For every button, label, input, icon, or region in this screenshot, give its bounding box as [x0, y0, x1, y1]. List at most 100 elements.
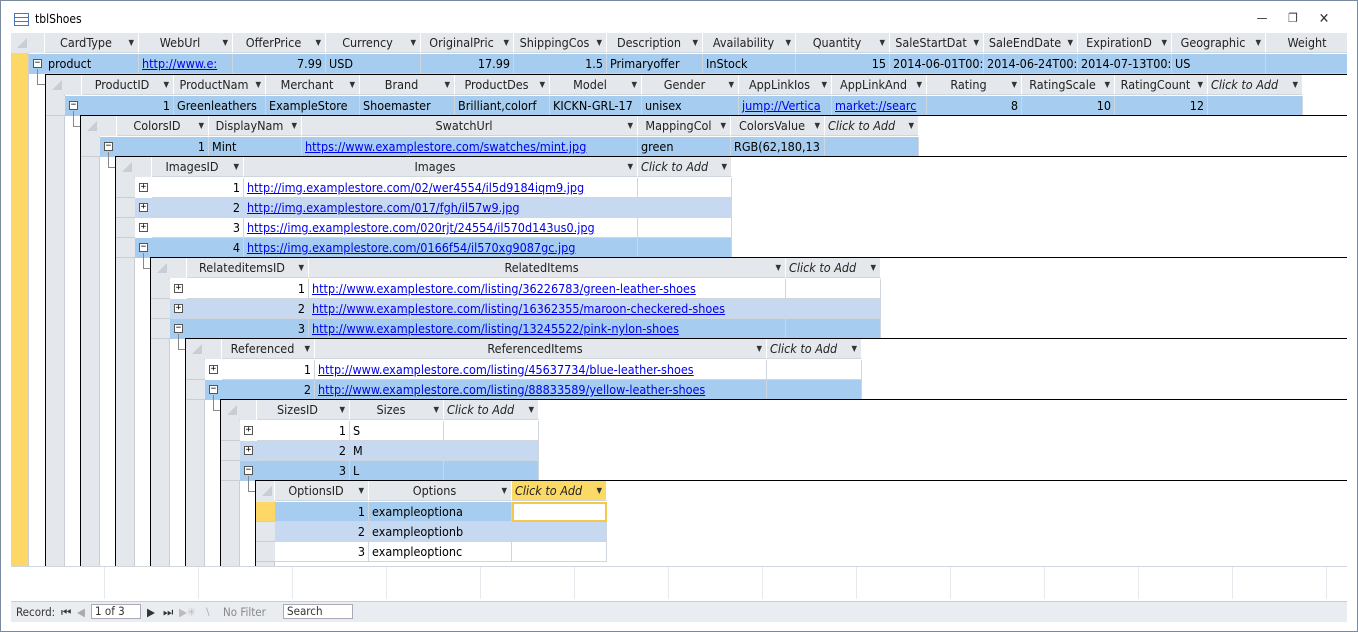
cell-sizesid[interactable]: 2 [257, 441, 350, 461]
cell-gender[interactable]: unisex [642, 96, 739, 116]
column-header-click-to-add[interactable]: Click to Add ▼ [767, 339, 862, 359]
previous-record-icon[interactable]: ◀ [77, 605, 85, 619]
chevron-down-icon[interactable]: ▼ [879, 33, 885, 52]
column-header-mappingcol[interactable]: MappingCol ▼ [638, 116, 731, 136]
chevron-down-icon[interactable]: ▼ [528, 400, 534, 419]
record-selector[interactable] [46, 96, 65, 116]
column-header-merchant[interactable]: Merchant ▼ [266, 75, 360, 95]
cell-productid[interactable]: 1 [82, 96, 174, 116]
column-header-referenceditems[interactable]: ReferencedItems ▼ [315, 339, 767, 359]
column-header-sizes[interactable]: Sizes ▼ [350, 400, 444, 420]
chevron-down-icon[interactable]: ▼ [349, 75, 355, 94]
column-header-click-to-add[interactable]: Click to Add ▼ [444, 400, 539, 420]
cell-sizes[interactable]: M [350, 441, 444, 461]
chevron-down-icon[interactable]: ▼ [304, 339, 310, 358]
close-button[interactable]: ✕ [1313, 11, 1335, 27]
chevron-down-icon[interactable]: ▼ [291, 116, 297, 135]
column-header-ratingscale[interactable]: RatingScale ▼ [1022, 75, 1115, 95]
cell-referenceditems[interactable]: http://www.examplestore.com/listing/8883… [315, 380, 767, 400]
column-header-productdes[interactable]: ProductDes ▼ [455, 75, 550, 95]
cell-click-to-add[interactable] [444, 461, 539, 481]
cell-weburl[interactable]: http://www.e: [139, 54, 233, 74]
chevron-down-icon[interactable]: ▼ [721, 157, 727, 176]
expand-icon[interactable]: + [139, 223, 148, 232]
cell-weight[interactable] [1266, 54, 1347, 74]
cell-model[interactable]: KICKN-GRL-17 [550, 96, 642, 116]
cell-images[interactable]: http://img.examplestore.com/02/wer4554/i… [244, 178, 638, 198]
chevron-down-icon[interactable]: ▼ [128, 33, 134, 52]
search-input[interactable]: Search [283, 604, 353, 619]
select-all-corner[interactable] [46, 75, 82, 95]
chevron-down-icon[interactable]: ▼ [1104, 75, 1110, 94]
hyperlink[interactable]: https://img.examplestore.com/0166f54/il5… [247, 240, 575, 255]
cell-expirationd[interactable]: 2014-07-13T00: [1078, 54, 1172, 74]
chevron-down-icon[interactable]: ▼ [1292, 75, 1298, 94]
cell-relateditems[interactable]: http://www.examplestore.com/listing/3622… [309, 279, 786, 299]
column-header-ratingcount[interactable]: RatingCount ▼ [1115, 75, 1208, 95]
chevron-down-icon[interactable]: ▼ [821, 75, 827, 94]
cell-click-to-add[interactable] [638, 198, 732, 218]
cell-applinkand[interactable]: market://searc [832, 96, 927, 116]
column-header-click-to-add[interactable]: Click to Add ▼ [1208, 75, 1303, 95]
collapse-icon[interactable]: − [174, 324, 183, 333]
record-selector[interactable] [186, 380, 205, 400]
cell-options[interactable]: exampleoptiona [369, 502, 512, 522]
cell-colorsid[interactable]: 1 [117, 137, 209, 157]
record-selector[interactable] [151, 319, 170, 339]
cell-productnam[interactable]: Greenleathers [174, 96, 266, 116]
expand-icon[interactable]: + [174, 284, 183, 293]
hyperlink[interactable]: http://www.examplestore.com/listing/1324… [312, 321, 679, 336]
column-header-images[interactable]: Images ▼ [244, 157, 638, 177]
record-selector-column[interactable] [81, 116, 100, 566]
minimize-button[interactable]: — [1251, 11, 1273, 27]
chevron-down-icon[interactable]: ▼ [1255, 33, 1261, 52]
record-selector[interactable] [116, 178, 135, 198]
chevron-down-icon[interactable]: ▼ [222, 33, 228, 52]
active-cell-input[interactable] [512, 502, 607, 522]
select-all-corner[interactable] [186, 339, 222, 359]
column-header-optionsid[interactable]: OptionsID ▼ [275, 481, 369, 501]
cell-optionsid[interactable]: 1 [275, 502, 369, 522]
cell-availability[interactable]: InStock [703, 54, 796, 74]
chevron-down-icon[interactable]: ▼ [720, 116, 726, 135]
cell-sizes[interactable]: L [350, 461, 444, 481]
chevron-down-icon[interactable]: ▼ [627, 157, 633, 176]
column-header-productid[interactable]: ProductID ▼ [82, 75, 174, 95]
column-header-applinkios[interactable]: AppLinkIos ▼ [739, 75, 832, 95]
chevron-down-icon[interactable]: ▼ [756, 339, 762, 358]
record-selector[interactable] [221, 461, 240, 481]
column-header-options[interactable]: Options ▼ [369, 481, 512, 501]
record-selector-column[interactable] [46, 75, 65, 566]
column-header-currency[interactable]: Currency ▼ [326, 33, 421, 53]
no-filter-button[interactable]: No Filter [223, 605, 266, 619]
chevron-down-icon[interactable]: ▼ [775, 258, 781, 277]
record-selector[interactable] [256, 522, 275, 542]
cell-click-to-add[interactable] [1208, 96, 1303, 116]
cell-options[interactable]: exampleoptionb [369, 522, 512, 542]
chevron-down-icon[interactable]: ▼ [627, 116, 633, 135]
cell-click-to-add[interactable] [638, 218, 732, 238]
cell-referenced[interactable]: 2 [222, 380, 315, 400]
chevron-down-icon[interactable]: ▼ [908, 116, 914, 135]
column-header-click-to-add[interactable]: Click to Add ▼ [786, 258, 881, 278]
cell-click-to-add[interactable] [767, 380, 862, 400]
hyperlink[interactable]: http://www.examplestore.com/listing/1636… [312, 301, 725, 316]
chevron-down-icon[interactable]: ▼ [631, 75, 637, 94]
collapse-icon[interactable]: − [69, 101, 78, 110]
cell-ratingscale[interactable]: 10 [1022, 96, 1115, 116]
cell-colorsvalue[interactable]: RGB(62,180,13 [731, 137, 825, 157]
column-header-referenced[interactable]: Referenced ▼ [222, 339, 315, 359]
cell-description[interactable]: Primaryoffer [607, 54, 703, 74]
column-header-geographic[interactable]: Geographic ▼ [1172, 33, 1266, 53]
record-selector[interactable] [256, 542, 275, 562]
record-selector[interactable] [116, 218, 135, 238]
cell-currency[interactable]: USD [326, 54, 421, 74]
cell-mappingcol[interactable]: green [638, 137, 731, 157]
chevron-down-icon[interactable]: ▼ [870, 258, 876, 277]
column-header-salestartdat[interactable]: SaleStartDat ▼ [890, 33, 984, 53]
cell-click-to-add[interactable] [444, 441, 539, 461]
cell-imagesid[interactable]: 2 [152, 198, 244, 218]
chevron-down-icon[interactable]: ▼ [298, 258, 304, 277]
cell-displaynam[interactable]: Mint [209, 137, 302, 157]
hyperlink[interactable]: http://www.e: [142, 56, 217, 71]
